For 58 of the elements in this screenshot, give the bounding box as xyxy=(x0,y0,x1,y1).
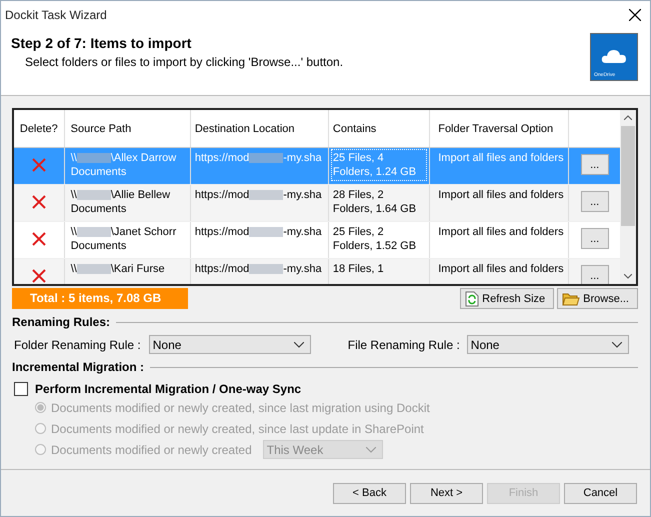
incremental-checkbox[interactable]: Perform Incremental Migration / One-way Sync xyxy=(14,382,638,396)
step-description: Select folders or files to import by clicking 'Browse...' button. xyxy=(25,55,344,69)
chevron-down-icon xyxy=(366,446,376,452)
source-path: \\ \Allie Bellew Documents xyxy=(70,188,172,216)
options-button[interactable]: ... xyxy=(580,265,609,284)
checkbox[interactable] xyxy=(14,382,28,396)
contains-text: 28 Files, 2 Folders, 1.64 GB xyxy=(332,189,416,215)
contains-text: 18 Files, 1 xyxy=(332,263,384,275)
section-heading: Renaming Rules: xyxy=(12,315,110,329)
scroll-down-icon[interactable] xyxy=(624,274,632,279)
wizard-button[interactable]: Cancel xyxy=(564,482,637,504)
destination-location: https://mod -my.sha xyxy=(194,152,322,164)
field-label: Folder Renaming Rule : xyxy=(14,338,141,352)
options-button[interactable]: ... xyxy=(580,154,609,175)
table-row[interactable]: \\ \Allie Bellew Documents https://mod -my.sha 28 Files, 2 Folders, 1.64 GB Import all files and folders ... xyxy=(14,185,620,222)
traversal-option: Import all files and folders xyxy=(438,263,564,275)
scrollbar[interactable] xyxy=(620,110,636,284)
chevron-down-icon xyxy=(294,342,304,348)
column-header: Destination Location xyxy=(190,110,329,147)
scroll-up-icon[interactable] xyxy=(624,115,632,120)
window-title: Dockit Task Wizard xyxy=(5,8,107,22)
refresh-icon xyxy=(465,290,480,306)
wizard-button[interactable]: < Back xyxy=(333,482,406,504)
traversal-option: Import all files and folders xyxy=(438,152,564,164)
source-path: \\ \Allex Darrow Documents xyxy=(70,151,178,179)
step-title: Step 2 of 7: Items to import xyxy=(11,35,192,51)
destination-location: https://mod -my.sha xyxy=(194,263,322,275)
contains-text: 25 Files, 2 Folders, 1.52 GB xyxy=(332,226,416,252)
delete-x-icon[interactable] xyxy=(32,269,46,283)
options-button[interactable]: ... xyxy=(580,228,609,249)
source-path: \\ \Kari Furse xyxy=(70,262,166,276)
file-renaming-dropdown[interactable]: None xyxy=(466,335,629,354)
refresh-size-button[interactable]: Refresh Size xyxy=(460,288,554,309)
destination-location: https://mod -my.sha xyxy=(194,189,322,201)
browse-button[interactable]: Browse... xyxy=(557,288,638,309)
table-row[interactable]: \\ \Kari Furse https://mod -my.sha 18 Files, 1 Import all files and folders ... xyxy=(14,259,620,284)
folder-icon xyxy=(562,292,580,306)
table-row[interactable]: \\ \Allex Darrow Documents https://mod -my.sha 25 Files, 4 Folders, 1.24 GB Import all files and folders ... xyxy=(14,148,620,185)
folder-renaming-dropdown[interactable]: None xyxy=(148,335,311,354)
total-summary: Total : 5 items, 7.08 GB xyxy=(12,288,188,309)
field-label: File Renaming Rule : xyxy=(348,338,460,352)
cloud-icon xyxy=(601,48,627,64)
column-header: Folder Traversal Option xyxy=(430,110,570,147)
close-icon[interactable] xyxy=(629,9,641,21)
column-header: Delete? xyxy=(14,110,65,147)
delete-x-icon[interactable] xyxy=(32,232,46,246)
source-path: \\ \Janet Schorr Documents xyxy=(70,225,178,253)
wizard-button[interactable]: Next > xyxy=(410,482,483,504)
delete-x-icon[interactable] xyxy=(32,195,46,209)
options-button[interactable]: ... xyxy=(580,191,609,212)
column-header: Source Path xyxy=(64,110,191,147)
traversal-option: Import all files and folders xyxy=(438,226,564,238)
destination-location: https://mod -my.sha xyxy=(194,226,322,238)
contains-text: 25 Files, 4 Folders, 1.24 GB xyxy=(332,151,426,179)
chevron-down-icon xyxy=(612,342,622,348)
traversal-option: Import all files and folders xyxy=(438,189,564,201)
section-heading: Incremental Migration : xyxy=(12,360,144,374)
column-header: Contains xyxy=(328,110,430,147)
